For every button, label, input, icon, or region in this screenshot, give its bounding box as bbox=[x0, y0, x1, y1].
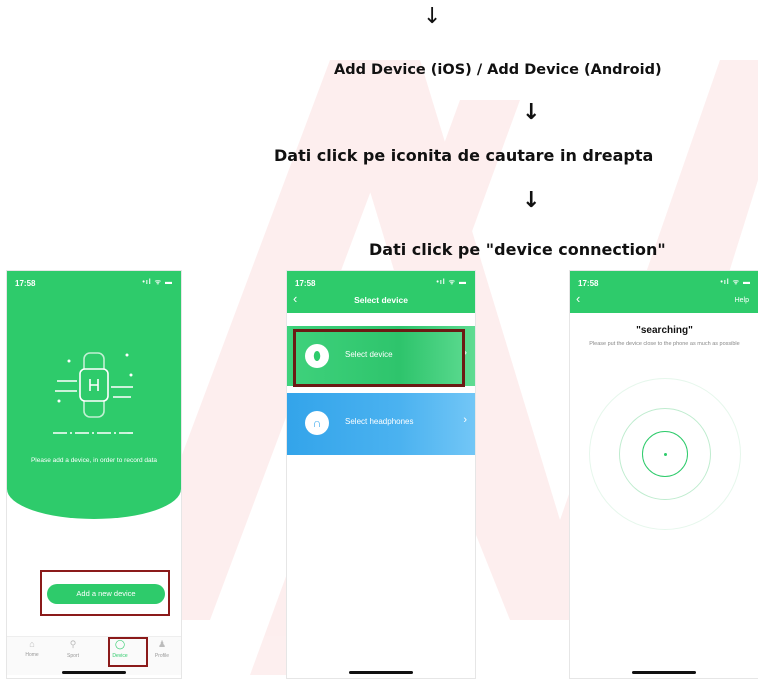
bottom-tab-bar: ⌂ Home ⚲ Sport ◯ Device ♟ Profile bbox=[7, 636, 181, 675]
searching-description: Please put the device close to the phone… bbox=[589, 341, 740, 347]
tab-label: Home bbox=[25, 652, 39, 658]
status-time: 17:58 bbox=[15, 279, 36, 288]
phone-screen-select-device: 17:58 •ıl ᯤ ▬ ‹ Select device ⬮ Select d… bbox=[286, 270, 476, 679]
tab-label: Profile bbox=[154, 653, 170, 659]
highlight-box bbox=[108, 637, 148, 667]
headphones-icon: ∩ bbox=[305, 411, 329, 435]
status-bar: 17:58 •ıl ᯤ ▬ bbox=[7, 271, 181, 293]
signal-battery-icon: •ıl ᯤ ▬ bbox=[142, 279, 173, 286]
home-indicator bbox=[349, 671, 413, 674]
arrow-down-icon: ↓ bbox=[522, 100, 541, 125]
select-headphones-option[interactable]: ∩ Select headphones › bbox=[287, 393, 475, 455]
tab-sport[interactable]: ⚲ Sport bbox=[56, 639, 90, 659]
status-bar: 17:58 •ıl ᯤ ▬ bbox=[570, 271, 758, 293]
sport-icon: ⚲ bbox=[69, 639, 77, 649]
tab-label: Sport bbox=[67, 653, 79, 659]
profile-icon: ♟ bbox=[157, 639, 167, 649]
step-device-connection: Dati click pe "device connection" bbox=[369, 240, 666, 259]
tab-profile[interactable]: ♟ Profile bbox=[145, 639, 179, 659]
status-bar: 17:58 •ıl ᯤ ▬ bbox=[287, 271, 475, 293]
status-time: 17:58 bbox=[578, 279, 599, 288]
signal-battery-icon: •ıl ᯤ ▬ bbox=[720, 279, 751, 286]
phone-screen-home: 17:58 •ıl ᯤ ▬ Please add a device, in or… bbox=[6, 270, 182, 679]
home-icon: ⌂ bbox=[29, 639, 35, 649]
home-indicator bbox=[62, 671, 126, 674]
arrow-down-icon: ↓ bbox=[522, 188, 541, 213]
phone-screen-searching: 17:58 •ıl ᯤ ▬ ‹ Help "searching" Please … bbox=[569, 270, 758, 679]
step-add-device: Add Device (iOS) / Add Device (Android) bbox=[334, 62, 662, 78]
status-time: 17:58 bbox=[295, 279, 316, 288]
searching-title: "searching" bbox=[636, 325, 693, 336]
chevron-right-icon: › bbox=[463, 414, 467, 426]
smartwatch-illustration-icon bbox=[53, 352, 135, 434]
empty-state-message: Please add a device, in order to record … bbox=[30, 457, 158, 464]
tab-home[interactable]: ⌂ Home bbox=[15, 639, 49, 658]
highlight-box bbox=[293, 329, 465, 387]
home-indicator bbox=[632, 671, 696, 674]
arrow-down-icon: ↓ bbox=[423, 4, 442, 29]
signal-battery-icon: •ıl ᯤ ▬ bbox=[436, 279, 467, 286]
help-link[interactable]: Help bbox=[735, 297, 749, 304]
highlight-box bbox=[40, 570, 170, 616]
radar-center-dot bbox=[664, 453, 667, 456]
page-title: Select device bbox=[354, 295, 408, 305]
step-search-icon: Dati click pe iconita de cautare in drea… bbox=[274, 146, 654, 165]
back-chevron-icon[interactable]: ‹ bbox=[576, 291, 580, 306]
option-label: Select headphones bbox=[345, 417, 414, 426]
